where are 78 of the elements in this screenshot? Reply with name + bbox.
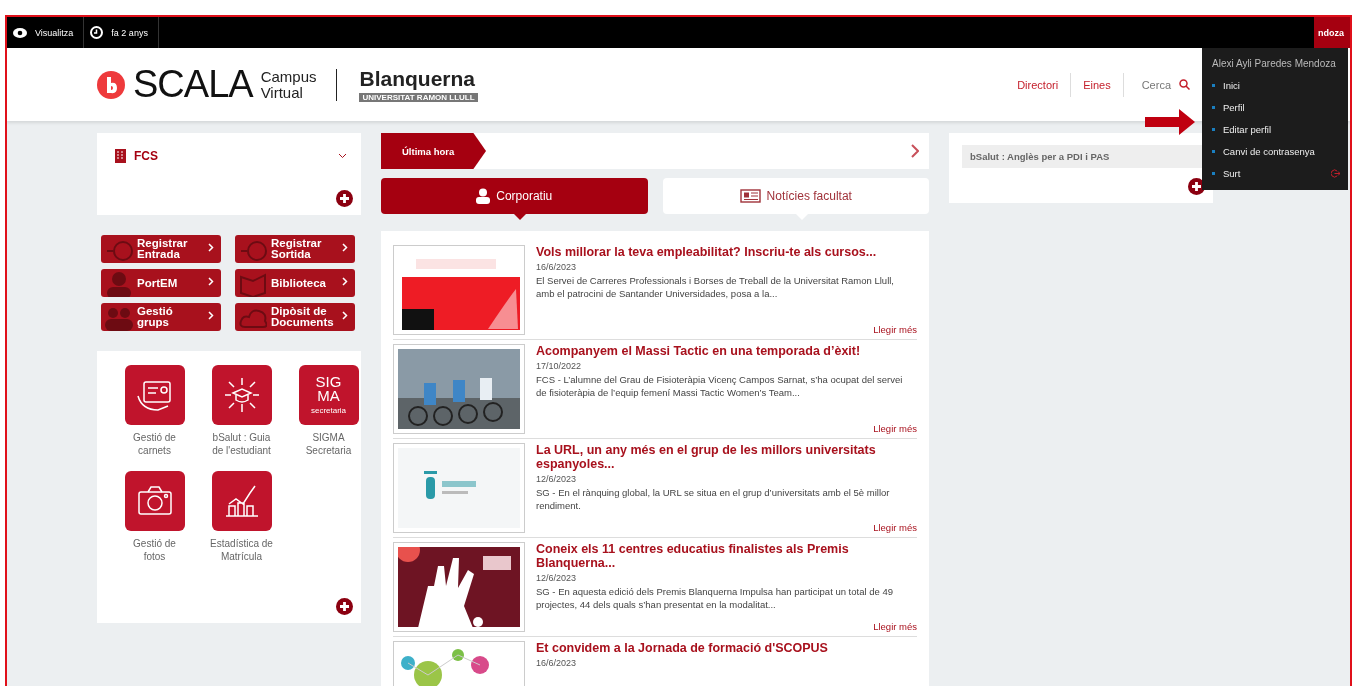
- quick-link-button[interactable]: Biblioteca: [235, 269, 355, 297]
- menu-item[interactable]: Editar perfil: [1212, 118, 1348, 140]
- chevron-right-icon: [208, 277, 214, 286]
- search-label[interactable]: Cerca: [1123, 78, 1179, 91]
- book-icon: [239, 271, 267, 297]
- toolbar-label[interactable]: fa 2 anys: [111, 27, 148, 38]
- brand-subtitle: Campus: [260, 68, 317, 85]
- app-tile[interactable]: [211, 365, 272, 425]
- chevron-down-icon[interactable]: [338, 153, 347, 159]
- org-name: Blanquerna: [359, 67, 476, 91]
- chevron-right-icon: [342, 311, 348, 320]
- building-icon: [115, 149, 126, 163]
- logo-icon: [97, 70, 125, 99]
- menu-item[interactable]: Inici: [1212, 74, 1348, 96]
- chevron-right-icon: [342, 277, 348, 286]
- chevron-right-icon: [342, 243, 348, 252]
- app-tile[interactable]: [124, 471, 185, 531]
- read-more-link[interactable]: Llegir més: [873, 324, 917, 335]
- person-icon: [476, 188, 491, 204]
- news-summary: SG - En el rànquing global, la URL se situa en el grup d’universitats amb el 5è millor rendiment.: [536, 486, 891, 512]
- brand-name: SCALA: [133, 63, 253, 106]
- tile-subtitle: secretaria: [310, 406, 347, 415]
- news-summary: El Servei de Carreres Professionals i Borses de Treball de la Universitat Ramon Llull, amb el patrocini de Santander Universidades, posa a la...: [536, 274, 895, 300]
- person-icon: [105, 271, 133, 297]
- tile-text: SIG: [315, 375, 342, 389]
- nav-link[interactable]: Directori: [1005, 72, 1072, 97]
- chevron-right-icon[interactable]: [911, 143, 919, 158]
- search-icon[interactable]: [1179, 79, 1190, 90]
- chevron-right-icon: [208, 311, 214, 320]
- quick-link-button[interactable]: PortEM: [101, 269, 221, 297]
- app-label[interactable]: Gestió de fotos: [133, 537, 176, 563]
- news-summary: FCS - L’alumne del Grau de Fisioteràpia Vicenç Campos Sarnat, s’ha ocupat del servei de fisioteràpia de l’equip femení Massi Tactic Women’s Team...: [536, 373, 904, 399]
- quick-link-button[interactable]: Gestió grups: [101, 303, 221, 331]
- quick-link-button[interactable]: Registrar Entrada: [101, 235, 221, 263]
- brand-subtitle: Virtual: [260, 84, 303, 101]
- news-title[interactable]: Acompanyem el Massi Tactic en una temporada d’èxit!: [536, 344, 917, 358]
- news-date: 12/6/2023: [536, 573, 578, 583]
- menu-item[interactable]: Canvi de contrasenya: [1212, 140, 1348, 162]
- faculty-selector[interactable]: FCS: [134, 149, 158, 163]
- app-tile[interactable]: SIG MA secretaria: [298, 365, 359, 425]
- clock-icon: [90, 26, 104, 39]
- read-more-link[interactable]: Llegir més: [873, 423, 917, 434]
- chevron-right-icon: [208, 243, 214, 252]
- read-more-link[interactable]: Llegir més: [873, 522, 917, 533]
- quick-link-button[interactable]: Dipòsit de Documents: [235, 303, 355, 331]
- menu-item[interactable]: Perfil: [1212, 96, 1348, 118]
- menu-item[interactable]: Surt: [1212, 162, 1348, 184]
- news-summary: SG - En aquesta edició dels Premis Blanquerna Impulsa han participat un total de 49 projectes, 44 dels quals s’han presentat en la modalitat...: [536, 585, 894, 611]
- user-name: Alexi Ayli Paredes Mendoza: [1212, 58, 1337, 69]
- quick-link-button[interactable]: Registrar Sortida: [235, 235, 355, 263]
- app-tile[interactable]: [124, 365, 185, 425]
- news-title[interactable]: Et convidem a la Jornada de formació d'SCOPUS: [536, 641, 917, 655]
- app-tile[interactable]: [211, 471, 272, 531]
- logout-icon: [1331, 168, 1340, 178]
- news-date: 12/6/2023: [536, 474, 578, 484]
- toolbar-label[interactable]: Visualitza: [35, 27, 74, 38]
- user-menu-button[interactable]: ndoza: [1314, 17, 1350, 48]
- newspaper-icon: [739, 189, 761, 203]
- add-icon[interactable]: [336, 190, 353, 207]
- tile-text: MA: [317, 389, 340, 403]
- app-label[interactable]: SIGMA Secretaria: [305, 431, 352, 457]
- news-title[interactable]: Vols millorar la teva empleabilitat? Inscriu-te als cursos...: [536, 245, 917, 259]
- nav-link[interactable]: Eines: [1071, 72, 1124, 97]
- news-date: 17/10/2022: [536, 361, 583, 371]
- ticker-label: Última hora: [381, 133, 486, 169]
- news-title[interactable]: La URL, un any més en el grup de les millors universitats espanyoles...: [536, 443, 917, 471]
- read-more-link[interactable]: Llegir més: [873, 621, 917, 632]
- app-label[interactable]: bSalut : Guia de l'estudiant: [212, 431, 271, 457]
- news-date: 16/6/2023: [536, 658, 578, 668]
- group-icon: [105, 305, 133, 331]
- news-date: 16/6/2023: [536, 262, 578, 272]
- app-label[interactable]: Estadística de Matrícula: [210, 537, 273, 563]
- app-label[interactable]: Gestió de carnets: [133, 431, 176, 457]
- news-title[interactable]: Coneix els 11 centres educatius finalistes als Premis Blanquerna...: [536, 542, 917, 570]
- annotation-arrow: [1145, 109, 1195, 135]
- eye-icon: [13, 27, 27, 38]
- add-icon[interactable]: [336, 598, 353, 615]
- org-subtitle: UNIVERSITAT RAMON LLULL: [359, 93, 478, 102]
